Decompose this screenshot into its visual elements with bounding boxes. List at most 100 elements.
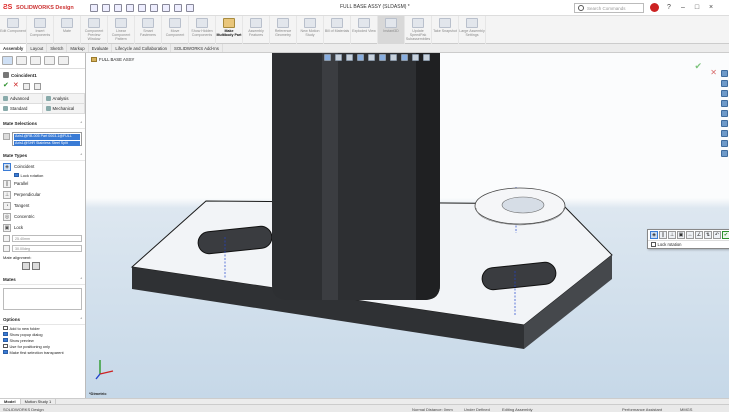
options-header[interactable]: Options ˆ bbox=[0, 314, 85, 325]
cancel-button[interactable]: ✕ bbox=[13, 82, 19, 90]
ribbon-button[interactable]: Linear Component Pattern bbox=[108, 16, 135, 44]
ribbon-button[interactable]: Insert Components bbox=[27, 16, 54, 44]
ribbon-button[interactable]: Exploded View bbox=[351, 16, 378, 44]
app-logo[interactable]: ƧS SOLIDWORKS Design bbox=[0, 3, 80, 13]
ribbon-button[interactable]: Make Multibody Part bbox=[216, 16, 243, 44]
assembly-model[interactable] bbox=[86, 53, 729, 398]
search-commands-input[interactable]: Search Commands bbox=[574, 3, 644, 13]
mates-header[interactable]: Mates ˆ bbox=[0, 274, 85, 285]
command-tab[interactable]: SOLIDWORKS Add-Ins bbox=[171, 44, 223, 52]
ribbon-button[interactable]: Reference Geometry bbox=[270, 16, 297, 44]
view-orientation-icon[interactable] bbox=[368, 54, 375, 61]
command-tab[interactable]: Lifecycle and Collaboration bbox=[112, 44, 172, 52]
mate-selections-list[interactable]: Axis1@RB-005 Part 0003-1@FULL Axis1@SHR … bbox=[3, 132, 82, 146]
print-icon[interactable] bbox=[138, 3, 146, 12]
view-settings-icon[interactable] bbox=[423, 54, 430, 61]
mate-type-tangent[interactable]: ◔ Tangent bbox=[0, 200, 85, 211]
distance-icon[interactable]: ↔ bbox=[686, 231, 694, 239]
solidworks-forum-icon[interactable] bbox=[720, 140, 728, 147]
selection-item[interactable]: Axis1@SHR Stainless Steel Split bbox=[14, 140, 80, 146]
user-avatar[interactable] bbox=[650, 3, 659, 12]
home-icon[interactable] bbox=[90, 3, 98, 12]
parallel-icon[interactable]: ∥ bbox=[659, 231, 667, 239]
rebuild-icon[interactable] bbox=[174, 3, 182, 12]
ribbon-button[interactable]: New Motion Study bbox=[297, 16, 324, 44]
zoom-area-icon[interactable] bbox=[335, 54, 342, 61]
undo-mate-button[interactable] bbox=[22, 82, 30, 90]
context-lock-rotation-checkbox[interactable]: Lock rotation bbox=[648, 241, 729, 248]
graphics-area[interactable]: FULL BASE ASSY ✔ ✕ ◈ ∥ ⊥ ▣ ↔ ∠ ⇅ ↶ ✔ Loc… bbox=[86, 53, 729, 398]
home-task-pane-icon[interactable] bbox=[720, 70, 728, 77]
open-icon[interactable] bbox=[114, 3, 122, 12]
design-library-icon[interactable] bbox=[720, 90, 728, 97]
mate-category-tab[interactable]: Mechanical bbox=[42, 104, 85, 114]
mates-list[interactable] bbox=[3, 288, 82, 310]
edit-appearance-icon[interactable] bbox=[401, 54, 408, 61]
coincident-icon[interactable]: ◈ bbox=[650, 231, 658, 239]
ribbon-button[interactable]: Edit Component bbox=[0, 16, 27, 44]
mate-category-tab[interactable]: Analysis bbox=[42, 94, 85, 104]
mate-category-tab[interactable]: Advanced bbox=[0, 94, 43, 104]
view-palette-icon[interactable] bbox=[720, 110, 728, 117]
confirm-cancel-icon[interactable]: ✕ bbox=[710, 68, 717, 77]
ribbon-button[interactable]: Show Hidden Components bbox=[189, 16, 216, 44]
command-tab[interactable]: Assembly bbox=[0, 44, 28, 52]
distance-spinner[interactable]: 25.40mm bbox=[0, 233, 85, 243]
add-mate-ok-icon[interactable]: ✔ bbox=[722, 231, 729, 239]
ribbon-button[interactable]: Assembly Features bbox=[243, 16, 270, 44]
close-button[interactable]: × bbox=[707, 4, 715, 12]
ribbon-button[interactable]: Move Component bbox=[162, 16, 189, 44]
minimize-button[interactable]: – bbox=[679, 4, 687, 12]
file-explorer-icon[interactable] bbox=[720, 100, 728, 107]
undo-icon[interactable] bbox=[150, 3, 158, 12]
custom-properties-icon[interactable] bbox=[720, 130, 728, 137]
aligned-icon[interactable] bbox=[22, 262, 30, 270]
feature-tree-root[interactable]: FULL BASE ASSY bbox=[91, 57, 134, 62]
zoom-to-fit-icon[interactable] bbox=[324, 54, 331, 61]
mate-type-parallel[interactable]: ∥ Parallel bbox=[0, 178, 85, 189]
ribbon-button[interactable]: Take Snapshot bbox=[432, 16, 459, 44]
ribbon-button[interactable]: Component Preview Window bbox=[81, 16, 108, 44]
display-manager-tab-icon[interactable] bbox=[58, 56, 69, 65]
command-tab[interactable]: Layout bbox=[27, 44, 48, 52]
ribbon-button[interactable]: Update SpeedPak Subassemblies bbox=[405, 16, 432, 44]
pushpin-button[interactable] bbox=[33, 82, 41, 90]
mate-type-lock[interactable]: ▣ Lock bbox=[0, 222, 85, 233]
toolbox-icon[interactable] bbox=[720, 150, 728, 157]
command-tab[interactable]: Sketch bbox=[47, 44, 68, 52]
ribbon-button[interactable]: Large Assembly Settings bbox=[459, 16, 486, 44]
ribbon-button[interactable]: Bill of Materials bbox=[324, 16, 351, 44]
mate-type-coincident[interactable]: ◈ Coincident bbox=[0, 161, 85, 172]
maximize-button[interactable]: □ bbox=[693, 4, 701, 12]
select-icon[interactable] bbox=[162, 3, 170, 12]
mate-type-concentric[interactable]: ◎ Concentric bbox=[0, 211, 85, 222]
configuration-manager-tab-icon[interactable] bbox=[30, 56, 41, 65]
anti-aligned-icon[interactable] bbox=[32, 262, 40, 270]
save-icon[interactable] bbox=[126, 3, 134, 12]
appearances-icon[interactable] bbox=[720, 120, 728, 127]
apply-scene-icon[interactable] bbox=[412, 54, 419, 61]
mate-selections-header[interactable]: Mate Selections ˆ bbox=[0, 118, 85, 129]
dimxpert-tab-icon[interactable] bbox=[44, 56, 55, 65]
feature-tree-tab-icon[interactable] bbox=[2, 56, 13, 65]
undo-icon[interactable]: ↶ bbox=[713, 231, 721, 239]
angle-icon[interactable]: ∠ bbox=[695, 231, 703, 239]
status-performance[interactable]: Performance Assistant bbox=[622, 407, 662, 412]
mate-type-perpendicular[interactable]: ⊥ Perpendicular bbox=[0, 189, 85, 200]
ribbon-button[interactable]: Mate bbox=[54, 16, 81, 44]
angle-spinner[interactable]: 30.00deg bbox=[0, 243, 85, 253]
command-tab[interactable]: Evaluate bbox=[89, 44, 113, 52]
display-style-icon[interactable] bbox=[379, 54, 386, 61]
option-checkbox[interactable]: Make first selection transparent bbox=[0, 349, 85, 355]
distance-field[interactable]: 25.40mm bbox=[12, 234, 82, 242]
resources-icon[interactable] bbox=[720, 80, 728, 87]
ok-button[interactable]: ✔ bbox=[3, 82, 9, 90]
flip-alignment-icon[interactable]: ⇅ bbox=[704, 231, 712, 239]
new-document-icon[interactable] bbox=[102, 3, 110, 12]
mate-category-tab[interactable]: Standard bbox=[0, 104, 43, 114]
mate-types-header[interactable]: Mate Types ˆ bbox=[0, 150, 85, 161]
help-icon[interactable]: ? bbox=[665, 4, 673, 12]
section-view-icon[interactable] bbox=[357, 54, 364, 61]
hide-show-items-icon[interactable] bbox=[390, 54, 397, 61]
status-units[interactable]: MMGS bbox=[680, 407, 692, 412]
